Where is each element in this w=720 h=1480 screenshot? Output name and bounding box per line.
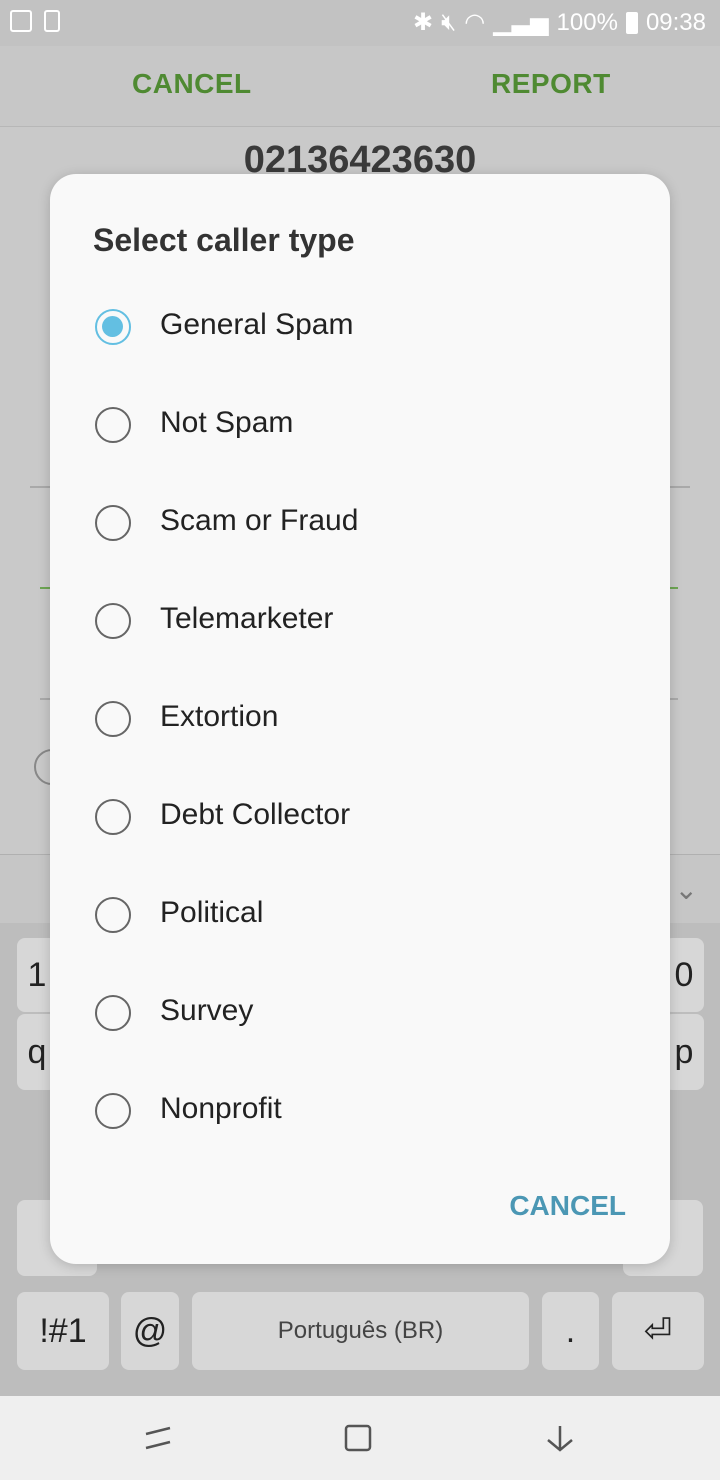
key-0[interactable]: 0 — [664, 938, 704, 1012]
key-p[interactable]: p — [664, 1014, 704, 1090]
recents-icon — [145, 1426, 171, 1450]
mute-icon: 🔇︎ — [441, 8, 457, 36]
chevron-down-icon[interactable]: ⌄ — [675, 873, 698, 906]
radio-button[interactable] — [95, 505, 131, 541]
status-left-icons — [10, 10, 60, 32]
at-key[interactable]: @ — [121, 1292, 179, 1370]
report-button[interactable]: REPORT — [491, 68, 611, 100]
option-general-spam[interactable]: General Spam — [50, 278, 670, 376]
option-scam-or-fraud[interactable]: Scam or Fraud — [50, 474, 670, 572]
option-label: Telemarketer — [160, 602, 334, 635]
radio-button[interactable] — [95, 995, 131, 1031]
clock: 09:38 — [645, 8, 706, 36]
option-telemarketer[interactable]: Telemarketer — [50, 572, 670, 670]
dialog-cancel-button[interactable]: CANCEL — [509, 1190, 626, 1222]
battery-percent: 100% — [556, 8, 618, 36]
enter-icon: ⏎ — [643, 1312, 673, 1350]
back-button[interactable] — [540, 1418, 580, 1458]
period-key[interactable]: . — [542, 1292, 599, 1370]
option-label: General Spam — [160, 308, 354, 341]
radio-button[interactable] — [95, 407, 131, 443]
option-label: Scam or Fraud — [160, 504, 359, 537]
option-extortion[interactable]: Extortion — [50, 670, 670, 768]
option-debt-collector[interactable]: Debt Collector — [50, 768, 670, 866]
symbols-key[interactable]: !#1 — [17, 1292, 109, 1370]
home-icon — [344, 1424, 372, 1452]
option-label: Political — [160, 896, 264, 929]
option-label: Extortion — [160, 700, 279, 733]
image-icon — [10, 10, 32, 32]
status-bar: ✱ 🔇︎ ◠ ▁▃▅ 100% 09:38 — [0, 0, 720, 46]
navigation-bar — [0, 1396, 720, 1480]
option-survey[interactable]: Survey — [50, 964, 670, 1062]
radio-button[interactable] — [95, 1093, 131, 1129]
battery-saver-icon — [44, 10, 60, 32]
option-label: Nonprofit — [160, 1092, 282, 1125]
option-not-spam[interactable]: Not Spam — [50, 376, 670, 474]
radio-button[interactable] — [95, 701, 131, 737]
app-bar: CANCEL REPORT — [0, 46, 720, 127]
caller-type-dialog: Select caller type General Spam Not Spam… — [50, 174, 670, 1264]
option-political[interactable]: Political — [50, 866, 670, 964]
recents-button[interactable] — [138, 1418, 178, 1458]
enter-key[interactable]: ⏎ — [612, 1292, 704, 1370]
radio-button[interactable] — [95, 309, 131, 345]
back-icon — [547, 1426, 573, 1452]
bluetooth-icon: ✱ — [412, 9, 434, 36]
option-nonprofit[interactable]: Nonprofit — [50, 1062, 670, 1160]
radio-button[interactable] — [95, 603, 131, 639]
radio-button[interactable] — [95, 897, 131, 933]
home-button[interactable] — [338, 1418, 378, 1458]
option-label: Survey — [160, 994, 254, 1027]
cancel-button[interactable]: CANCEL — [132, 68, 252, 100]
wifi-icon: ◠ — [464, 9, 486, 36]
option-label: Debt Collector — [160, 798, 351, 831]
option-label: Not Spam — [160, 406, 294, 439]
dialog-title: Select caller type — [93, 222, 355, 258]
status-right: ✱ 🔇︎ ◠ ▁▃▅ 100% 09:38 — [413, 8, 706, 37]
battery-icon — [625, 11, 638, 34]
space-key[interactable]: Português (BR) — [192, 1292, 529, 1370]
radio-button[interactable] — [95, 799, 131, 835]
signal-icon: ▁▃▅ — [493, 9, 549, 36]
